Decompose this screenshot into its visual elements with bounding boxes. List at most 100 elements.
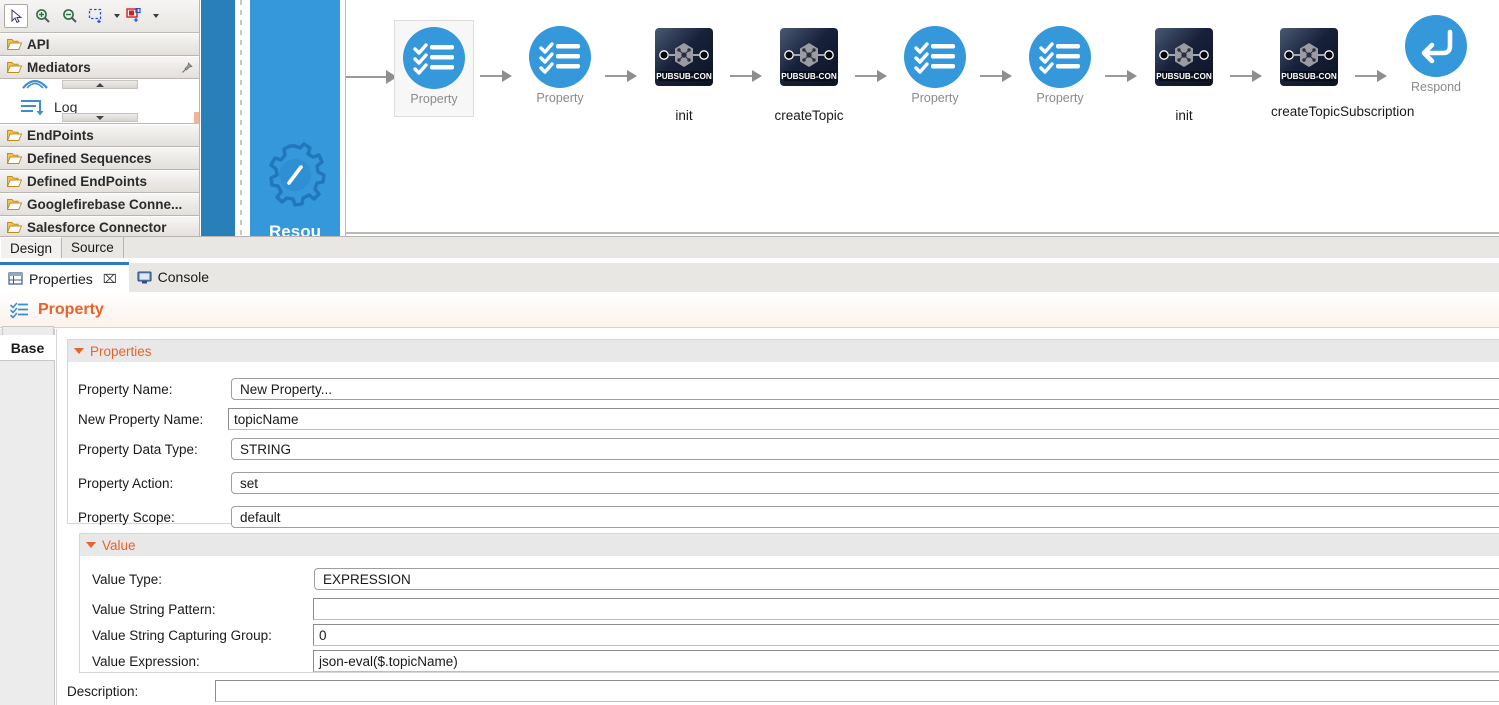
api-sidebar-band [201,0,235,236]
close-icon[interactable]: ⌧ [103,272,117,286]
field-row-property-data-type: Property Data Type: [78,438,198,460]
connector-line [480,75,502,77]
chevron-down-icon[interactable] [86,542,96,548]
mediator-clipped-icon [22,79,48,89]
connector-line [1230,75,1252,77]
property-data-type-combo[interactable]: STRING [231,438,1499,460]
section-properties-header[interactable]: Properties [68,340,1499,362]
palette-category-defined-endpoints[interactable]: Defined EndPoints [0,170,199,193]
palette-mediators-body: Log [0,79,199,192]
field-label: Value Expression: [92,653,200,669]
connector-line [1355,75,1377,77]
svg-text:PUBSUB-CON: PUBSUB-CON [1281,72,1337,81]
property-scope-value: default [240,509,281,525]
field-row-value-expression: Value Expression: [92,650,200,672]
zoom-in-tool-button[interactable] [31,4,55,28]
palette-category-api[interactable]: API [0,33,199,56]
arrow-head-icon [1002,70,1012,82]
diagram-node-init-1[interactable]: PUBSUB-CON init [655,28,713,123]
properties-header: Property [0,292,1499,328]
editor-mode-tabs: Design Source [0,236,1499,258]
svg-text:PUBSUB-CON: PUBSUB-CON [781,72,837,81]
canvas-left-border [345,0,346,236]
diagram-node-createtopic[interactable]: PUBSUB-CON createTopic [774,28,844,123]
property-mediator-small-icon [10,302,28,319]
diagram-node-property-2[interactable]: Property [529,26,591,105]
side-tab-base-label: Base [10,339,45,356]
bottom-view-tabs: Properties ⌧ Console [0,262,1499,292]
pubsub-connector-icon: PUBSUB-CON [1155,28,1213,86]
tab-design[interactable]: Design [0,237,63,258]
diagram-canvas[interactable]: Property Property PUBSUB-CON init PUBSUB… [340,0,1499,236]
new-property-name-input[interactable]: topicName [228,408,1499,430]
field-label: Property Scope: [78,509,175,525]
folder-open-icon [7,176,22,187]
connector-line [855,75,877,77]
console-monitor-icon [137,270,152,283]
value-expression-value: json-eval($.topicName) [319,653,458,669]
property-scope-combo[interactable]: default [231,506,1499,528]
marquee-connection-tool-button[interactable] [124,4,148,28]
palette-category-salesforce-connector[interactable]: Salesforce Connector [0,216,199,236]
arrow-head-icon [1127,70,1137,82]
palette-category-googlefirebase-connector[interactable]: Googlefirebase Conne... [0,193,199,216]
value-string-pattern-input[interactable] [313,598,1499,620]
property-name-combo[interactable]: New Property... [231,378,1499,400]
palette-category-label: Defined EndPoints [27,174,148,189]
connector-line [980,75,1002,77]
marquee-connection-icon [126,8,141,22]
palette-category-endpoints[interactable]: EndPoints [0,124,199,147]
arrow-head-icon [1377,70,1387,82]
diagram-node-property-3[interactable]: Property [904,26,966,105]
section-value-header[interactable]: Value [80,534,1499,556]
svg-text:PUBSUB-CON: PUBSUB-CON [656,72,712,81]
connector-7 [1230,70,1262,82]
description-input[interactable] [215,680,1499,702]
field-label: Value Type: [92,571,163,587]
property-mediator-icon [529,26,591,88]
connector-4 [855,70,887,82]
property-action-combo[interactable]: set [231,472,1499,494]
chevron-up-icon [96,82,104,87]
tab-properties[interactable]: Properties ⌧ [0,262,129,292]
pin-icon[interactable] [181,62,193,74]
palette-scroll-up[interactable] [62,80,138,89]
value-string-capturing-group-input[interactable]: 0 [313,624,1499,646]
property-name-value: New Property... [240,381,333,397]
marquee-tool-button[interactable] [85,4,109,28]
api-resource-block[interactable]: Resou [250,0,340,236]
marquee-tool-dropdown[interactable] [112,5,121,27]
palette-item-clipped[interactable] [20,71,50,94]
diagram-node-property-4[interactable]: Property [1029,26,1091,105]
respond-mediator-icon [1405,15,1467,77]
diagram-node-label: Property [1036,91,1084,105]
field-label: Value String Pattern: [92,601,216,617]
tab-source[interactable]: Source [62,237,124,258]
zoom-out-tool-button[interactable] [58,4,82,28]
connector-line [1105,75,1127,77]
arrow-head-icon [752,70,762,82]
pubsub-connector-icon: PUBSUB-CON [780,28,838,86]
tool-palette: API Mediators Log EndPoints Defined Sequ… [0,0,200,236]
value-expression-input[interactable]: json-eval($.topicName) [313,650,1499,672]
chevron-down-icon[interactable] [74,348,84,354]
diagram-node-createtopicsubscription[interactable]: PUBSUB-CON createTopicSubscription [1271,28,1414,119]
diagram-node-respond[interactable]: Respond [1405,15,1467,94]
connector-3 [730,70,762,82]
property-mediator-icon [904,26,966,88]
diagram-node-ext-label: init [675,108,693,123]
select-tool-button[interactable] [4,4,28,28]
marquee-connection-tool-dropdown[interactable] [151,5,160,27]
side-tab-base[interactable]: Base [0,335,55,361]
section-properties-label: Properties [90,343,152,359]
palette-category-defined-sequences[interactable]: Defined Sequences [0,147,199,170]
property-action-value: set [240,475,259,491]
palette-scroll-down[interactable] [62,113,138,122]
resource-label: Resou [269,222,321,236]
diagram-node-property-1[interactable]: Property [394,20,474,117]
value-type-combo[interactable]: EXPRESSION [314,568,1499,590]
tab-console[interactable]: Console [129,262,221,292]
properties-body: Base Properties Property Name: New Prope… [0,326,1499,705]
diagram-node-init-2[interactable]: PUBSUB-CON init [1155,28,1213,123]
arrow-head-icon [1252,70,1262,82]
